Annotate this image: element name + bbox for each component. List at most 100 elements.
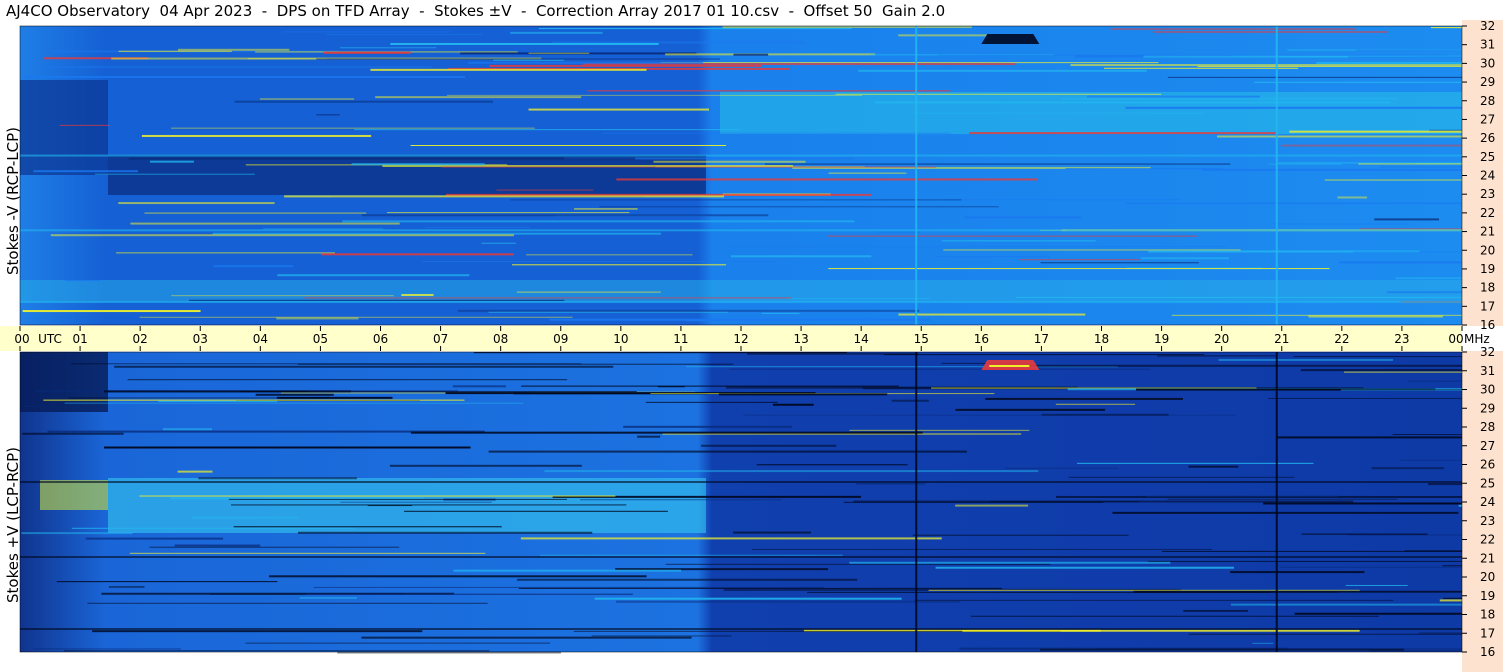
freq-tick-label: 24 [1480, 495, 1495, 509]
interference-streak [144, 212, 367, 214]
interference-streak [517, 578, 858, 581]
interference-streak [665, 563, 1051, 565]
interference-streak [323, 51, 411, 54]
freq-tick-label: 19 [1480, 262, 1495, 276]
interference-streak [297, 363, 734, 365]
interference-band [20, 481, 1462, 483]
interference-streak [1458, 504, 1462, 507]
time-tick-label: UTC [38, 332, 62, 346]
time-tick-label: 17 [1034, 332, 1049, 346]
interference-streak [1294, 612, 1462, 615]
interference-streak [410, 145, 727, 147]
burst-highlight [989, 365, 1030, 367]
interference-streak [401, 293, 434, 296]
time-tick-label: 16 [974, 332, 989, 346]
interference-streak [1316, 61, 1462, 64]
time-tick-label: 06 [373, 332, 388, 346]
interference-streak [1146, 495, 1339, 497]
interference-streak [510, 31, 603, 34]
interference-streak [955, 504, 1029, 507]
interference-streak [1428, 483, 1462, 486]
time-tick-label: 05 [313, 332, 328, 346]
interference-streak [1273, 223, 1409, 225]
interference-streak [116, 252, 335, 254]
interference-streak [50, 234, 514, 237]
interference-streak [263, 228, 384, 230]
interference-streak [92, 630, 423, 633]
interference-streak [1345, 584, 1408, 586]
interference-streak [422, 260, 775, 262]
interference-streak [1308, 315, 1443, 318]
interference-streak [1379, 166, 1462, 168]
interference-streak [772, 403, 814, 406]
interference-streak [1016, 296, 1462, 298]
interference-streak [1277, 436, 1462, 439]
freq-tick-label: 29 [1480, 75, 1495, 89]
interference-band [20, 154, 1462, 157]
freq-tick-label: 30 [1480, 383, 1495, 397]
freq-tick-label: 27 [1480, 439, 1495, 453]
interference-streak [59, 124, 110, 126]
interference-streak [177, 470, 213, 473]
interference-streak [127, 379, 568, 381]
interference-streak [1086, 95, 1260, 98]
interference-streak [912, 534, 1129, 536]
interference-streak [162, 428, 212, 431]
interference-streak [313, 586, 824, 588]
interference-streak [1061, 97, 1399, 100]
interference-streak [877, 231, 920, 234]
interference-streak [591, 635, 732, 637]
interference-streak [489, 64, 762, 67]
time-tick-label: 01 [72, 332, 87, 346]
interference-streak [191, 516, 299, 519]
interference-streak [511, 264, 727, 266]
interference-streak [935, 256, 1051, 258]
interference-streak [410, 431, 923, 434]
interference-streak [1395, 277, 1462, 280]
time-tick-label: 18 [1094, 332, 1109, 346]
interference-streak [1289, 130, 1462, 133]
interference-streak [390, 42, 659, 45]
interference-streak [174, 544, 261, 547]
interference-streak [945, 199, 1181, 201]
interference-streak [1343, 371, 1462, 373]
time-tick-label: 15 [914, 332, 929, 346]
freq-tick-label: 31 [1480, 38, 1495, 52]
freq-tick-label: 23 [1480, 514, 1495, 528]
interference-streak [1407, 380, 1462, 382]
interference-streak [339, 47, 437, 49]
interference-streak [700, 444, 837, 447]
interference-streak [943, 249, 1241, 251]
interference-streak [858, 69, 1147, 72]
interference-streak [941, 240, 1096, 242]
interference-streak [56, 581, 278, 583]
interference-streak [1202, 168, 1462, 171]
interference-streak [316, 114, 340, 116]
interference-streak [1077, 462, 1314, 464]
interference-streak [518, 587, 1003, 589]
freq-tick-label: 30 [1480, 56, 1495, 70]
panel-bottom-yellow-spot [40, 480, 108, 510]
interference-streak [87, 602, 488, 604]
interference-streak [108, 585, 145, 588]
interference-streak [354, 129, 741, 131]
interference-streak [306, 593, 633, 595]
interference-streak [1153, 31, 1389, 34]
interference-streak [189, 299, 565, 301]
interference-streak [1019, 259, 1141, 261]
vertical-interference-line [1275, 26, 1278, 325]
interference-streak [496, 189, 594, 191]
interference-streak [441, 166, 937, 168]
interference-streak [1230, 571, 1365, 574]
interference-streak [473, 352, 847, 354]
interference-streak [213, 265, 294, 268]
interference-streak [616, 178, 1038, 181]
interference-streak [1353, 251, 1462, 253]
interference-streak [424, 226, 531, 228]
interference-streak [340, 501, 492, 503]
interference-streak [299, 596, 357, 599]
interference-streak [1065, 168, 1223, 170]
freq-tick-label: 31 [1480, 364, 1495, 378]
interference-streak [375, 96, 582, 99]
interference-streak [1400, 459, 1462, 461]
